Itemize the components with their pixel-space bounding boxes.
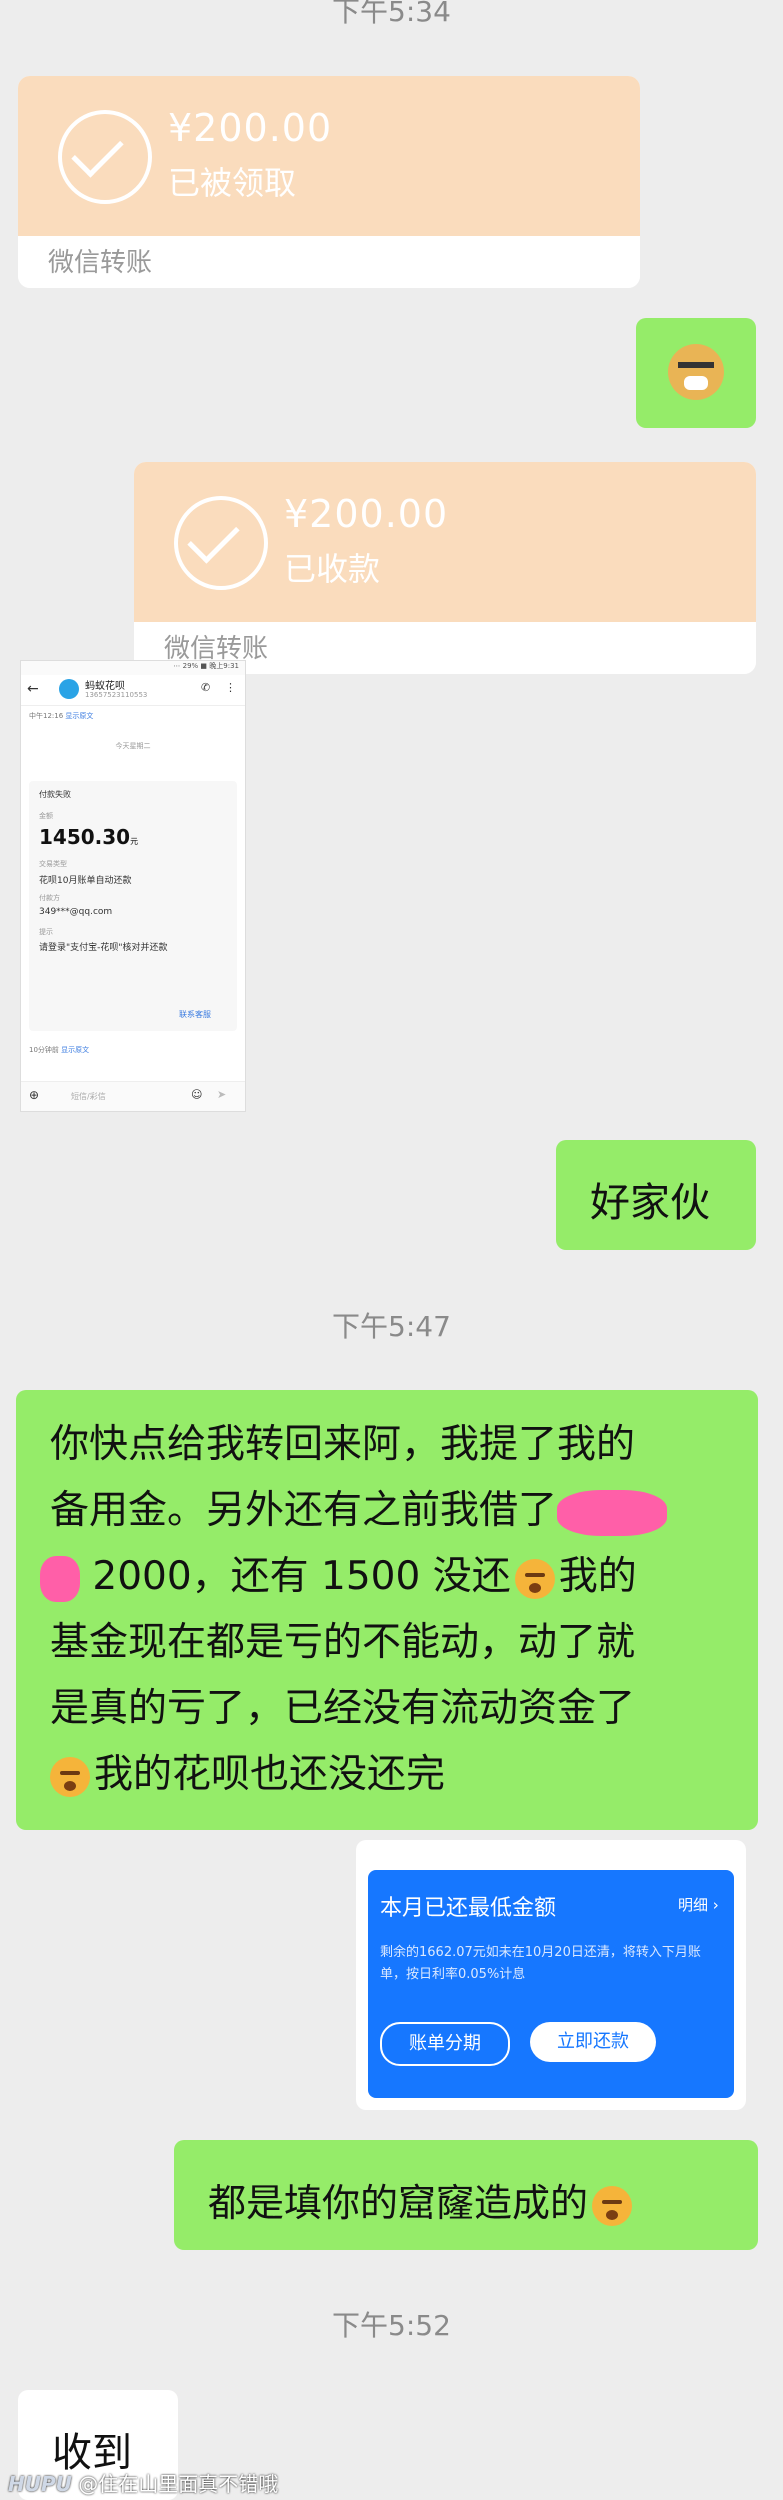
emoji-icon: ☺ bbox=[191, 1088, 203, 1101]
watermark: HUPU @住在山里面真不错哦 bbox=[8, 2472, 279, 2496]
timestamp: 下午5:47 bbox=[332, 1310, 451, 1343]
sender-number: 13657523110553 bbox=[85, 691, 148, 699]
transfer-amount: ¥200.00 bbox=[284, 492, 449, 536]
transfer-card-top: ¥200.00 已收款 bbox=[134, 462, 756, 622]
transfer-amount: ¥200.00 bbox=[168, 106, 333, 150]
message-line: 我的花呗也还没还完 bbox=[46, 1742, 445, 1808]
transfer-status: 已收款 bbox=[284, 550, 381, 588]
message-line: 是真的亏了，已经没有流动资金了 bbox=[50, 1686, 636, 1731]
censor-blob bbox=[40, 1555, 80, 1602]
sms-header: ← 蚂蚁花呗 13657523110553 ✆ ⋮ bbox=[21, 675, 245, 706]
message-text: 都是填你的窟窿造成的 bbox=[208, 2172, 636, 2227]
huabei-description: 剩余的1662.07元如未在10月20日还清，将转入下月账单，按日利率0.05%… bbox=[380, 1945, 701, 1982]
frowning-face-icon bbox=[50, 1756, 90, 1797]
message-line: 基金现在都是亏的不能动，动了就 bbox=[50, 1620, 636, 1665]
sms-card: 付款失败 金额 1450.30元 交易类型 花呗10月账单自动还款 付款方 34… bbox=[29, 781, 237, 1031]
check-icon bbox=[58, 110, 152, 204]
timestamp: 下午5:52 bbox=[332, 2309, 451, 2342]
message-line: 备用金。另外还有之前我借了 bbox=[50, 1478, 668, 1544]
sender-name: 蚂蚁花呗 bbox=[85, 681, 125, 692]
transfer-status: 已被领取 bbox=[168, 164, 297, 202]
message-line: 2000，还有 1500 没还 我的 bbox=[40, 1544, 637, 1610]
send-icon: ➤ bbox=[217, 1088, 227, 1101]
check-icon bbox=[174, 496, 268, 590]
huabei-title: 本月已还最低金额 bbox=[380, 1896, 557, 1921]
sms-meta: 中午12:16 显示原文 bbox=[29, 712, 94, 720]
huabei-screenshot-image[interactable]: 本月已还最低金额 明细 › 剩余的1662.07元如未在10月20日还清，将转入… bbox=[356, 1840, 746, 2110]
timestamp: 下午5:34 bbox=[332, 0, 451, 28]
plus-icon: ⊕ bbox=[29, 1088, 40, 1102]
transfer-card-claimed[interactable]: ¥200.00 已被领取 微信转账 bbox=[18, 76, 640, 288]
status-bar: ⋯ 29% ■ 晚上9:31 bbox=[21, 661, 245, 675]
back-arrow-icon: ← bbox=[27, 681, 39, 697]
phone-icon: ✆ bbox=[201, 681, 211, 694]
message-bubble-long[interactable]: 你快点给我转回来阿，我提了我的 备用金。另外还有之前我借了 2000，还有 15… bbox=[16, 1390, 758, 1830]
date-line: 今天星期二 bbox=[115, 742, 151, 750]
censor-blob bbox=[557, 1489, 668, 1536]
message-line: 你快点给我转回来阿，我提了我的 bbox=[50, 1422, 636, 1467]
message-text: 好家伙 bbox=[590, 1180, 710, 1226]
message-bubble-right[interactable]: 都是填你的窟窿造成的 bbox=[174, 2140, 758, 2250]
message-bubble-right[interactable]: 好家伙 bbox=[556, 1140, 756, 1250]
sms-footer-meta: 10分钟前 显示原文 bbox=[29, 1046, 90, 1054]
frowning-face-icon bbox=[514, 1558, 555, 1599]
more-icon: ⋮ bbox=[225, 681, 236, 694]
installment-button[interactable]: 账单分期 bbox=[380, 2022, 510, 2066]
repay-now-button[interactable]: 立即还款 bbox=[530, 2022, 656, 2062]
watermark-logo: HUPU bbox=[8, 2472, 72, 2496]
huabei-card: 本月已还最低金额 明细 › 剩余的1662.07元如未在10月20日还清，将转入… bbox=[368, 1870, 734, 2098]
sender-avatar bbox=[59, 679, 79, 699]
doge-sticker-icon bbox=[668, 344, 724, 400]
frowning-face-icon bbox=[592, 2185, 633, 2226]
sms-input-bar: ⊕ 短信/彩信 ☺ ➤ bbox=[21, 1081, 245, 1111]
transfer-card-top: ¥200.00 已被领取 bbox=[18, 76, 640, 236]
huabei-detail: 明细 › bbox=[678, 1896, 719, 1914]
sms-screenshot-image[interactable]: ⋯ 29% ■ 晚上9:31 ← 蚂蚁花呗 13657523110553 ✆ ⋮… bbox=[20, 660, 246, 1112]
transfer-card-received[interactable]: ¥200.00 已收款 微信转账 bbox=[134, 462, 756, 674]
sticker-bubble[interactable] bbox=[636, 318, 756, 428]
transfer-footer: 微信转账 bbox=[18, 238, 640, 288]
